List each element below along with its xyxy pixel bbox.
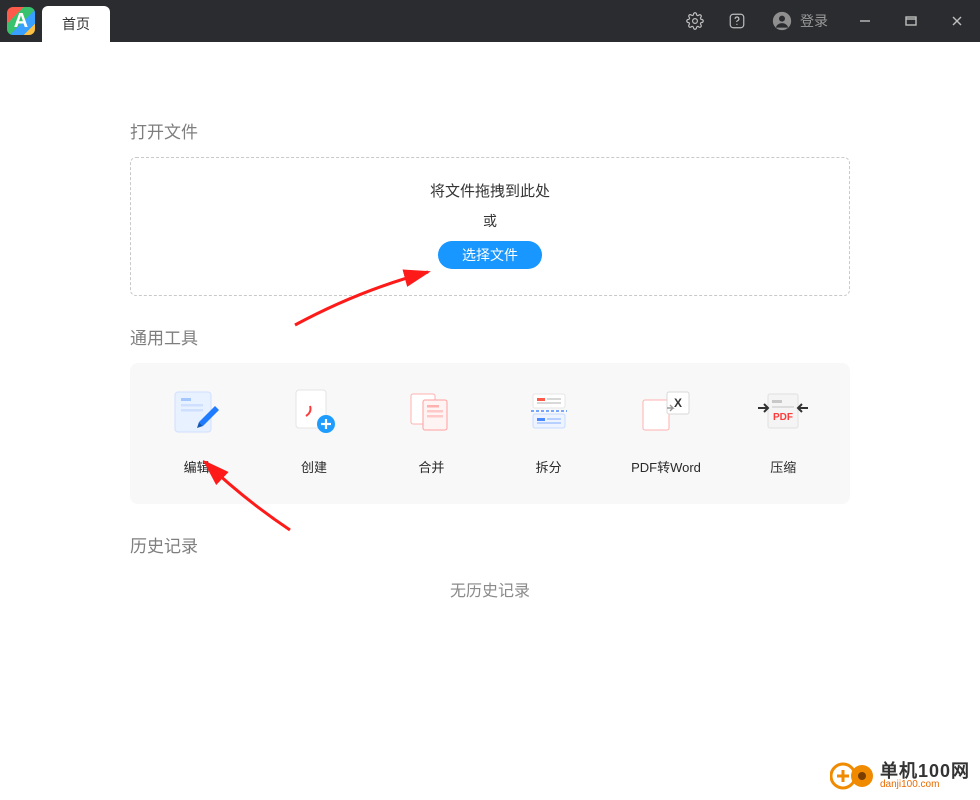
tool-label: 拆分 — [536, 457, 562, 476]
svg-text:PDF: PDF — [773, 412, 793, 423]
watermark-logo-icon — [830, 760, 874, 792]
window-minimize-button[interactable] — [842, 0, 888, 42]
content-area: 打开文件 将文件拖拽到此处 或 选择文件 通用工具 编辑 — [0, 42, 980, 800]
logo-a-icon: A — [7, 7, 35, 35]
tool-create[interactable]: 创建 — [255, 381, 372, 482]
close-icon — [950, 14, 964, 28]
edit-icon — [168, 387, 226, 435]
help-button[interactable] — [716, 0, 758, 42]
login-button[interactable]: 登录 — [758, 11, 842, 31]
tool-label: 创建 — [301, 457, 327, 476]
history-empty-message: 无历史记录 — [130, 577, 850, 601]
section-title-open-file: 打开文件 — [130, 118, 850, 143]
window-maximize-button[interactable] — [888, 0, 934, 42]
tool-split[interactable]: 拆分 — [490, 381, 607, 482]
dropzone[interactable]: 将文件拖拽到此处 或 选择文件 — [130, 157, 850, 296]
compress-icon: PDF — [754, 387, 812, 435]
section-title-history: 历史记录 — [130, 532, 850, 557]
tool-merge[interactable]: 合并 — [373, 381, 490, 482]
app-logo: A — [0, 0, 42, 42]
settings-button[interactable] — [674, 0, 716, 42]
maximize-icon — [904, 14, 918, 28]
svg-text:X: X — [674, 396, 682, 410]
gear-icon — [686, 12, 704, 30]
watermark: 单机100网 danji100.com — [830, 760, 970, 792]
tool-label: 压缩 — [770, 457, 796, 476]
watermark-cn: 单机100网 — [880, 762, 970, 780]
question-icon — [728, 12, 746, 30]
tool-label: 合并 — [418, 457, 444, 476]
window-close-button[interactable] — [934, 0, 980, 42]
dropzone-hint-2: 或 — [483, 211, 497, 231]
watermark-en: danji100.com — [880, 780, 970, 790]
section-title-tools: 通用工具 — [130, 324, 850, 349]
tool-edit[interactable]: 编辑 — [138, 381, 255, 482]
select-file-button[interactable]: 选择文件 — [438, 241, 542, 269]
split-icon — [520, 387, 578, 435]
tools-row: 编辑 创建 — [130, 363, 850, 504]
merge-icon — [402, 387, 460, 435]
titlebar: A 首页 登录 — [0, 0, 980, 42]
tab-label: 首页 — [62, 14, 90, 34]
create-icon — [285, 387, 343, 435]
minimize-icon — [858, 14, 872, 28]
tab-home[interactable]: 首页 — [42, 6, 110, 42]
avatar-icon — [772, 11, 792, 31]
login-label: 登录 — [800, 11, 828, 31]
content-wrap: 打开文件 将文件拖拽到此处 或 选择文件 通用工具 编辑 — [130, 90, 850, 601]
tool-label: PDF转Word — [631, 457, 701, 476]
tool-pdf-to-word[interactable]: X PDF转Word — [607, 381, 724, 482]
tool-label: 编辑 — [184, 457, 210, 476]
pdf-to-word-icon: X — [637, 387, 695, 435]
tool-compress[interactable]: PDF 压缩 — [725, 381, 842, 482]
dropzone-hint-1: 将文件拖拽到此处 — [430, 180, 550, 201]
